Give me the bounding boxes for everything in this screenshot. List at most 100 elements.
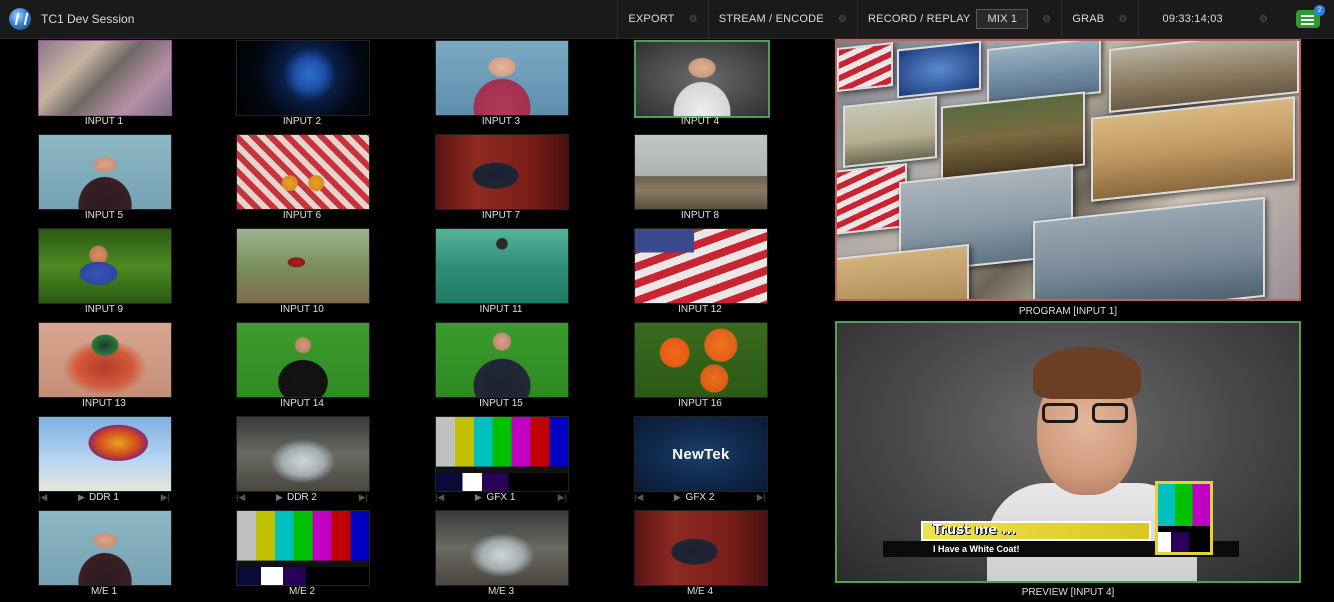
input-thumbnail[interactable] [236,322,370,398]
grab-label: GRAB [1072,13,1105,25]
input-cell-14[interactable]: INPUT 14 [198,320,396,414]
me-1-cell[interactable]: M/E 1 [0,508,198,602]
input-cell-12[interactable]: INPUT 12 [596,226,794,320]
input-thumbnail[interactable] [435,228,569,304]
input-cell-6[interactable]: INPUT 6 [198,132,396,226]
newtek-logo: NewTek [672,445,730,463]
timecode-settings-icon[interactable]: ⚙ [1259,14,1268,25]
input-label: INPUT 3 [481,116,521,127]
me-thumbnail[interactable] [38,510,172,586]
notifications-icon[interactable]: 2 [1296,5,1325,28]
input-cell-11[interactable]: INPUT 11 [397,226,595,320]
input-label: INPUT 5 [84,210,124,221]
input-thumbnail[interactable] [38,228,172,304]
color-bars-overlay [1155,481,1213,555]
media-thumbnail[interactable]: NewTek [634,416,768,492]
lower-third-headline: Trust me ... [921,521,1151,541]
input-cell-8[interactable]: INPUT 8 [596,132,794,226]
input-cell-9[interactable]: INPUT 9 [0,226,198,320]
input-thumbnail[interactable] [435,322,569,398]
media-label: GFX 1 [486,492,516,503]
me-2-cell[interactable]: M/E 2 [198,508,396,602]
preview-label: PREVIEW [INPUT 4] [1021,587,1115,598]
program-monitor[interactable] [835,39,1301,301]
input-label: INPUT 13 [82,398,126,409]
input-label: INPUT 1 [84,116,124,127]
input-thumbnail[interactable] [236,228,370,304]
program-tile [837,163,907,235]
input-cell-10[interactable]: INPUT 10 [198,226,396,320]
timecode: 09:33:14;03 [1162,13,1223,25]
record-replay-button[interactable]: RECORD / REPLAY MIX 1 ⚙ [857,0,1061,38]
stream-settings-icon[interactable]: ⚙ [838,14,847,25]
stream-encode-button[interactable]: STREAM / ENCODE ⚙ [707,0,857,38]
input-cell-3[interactable]: INPUT 3 [397,38,595,132]
me-4-cell[interactable]: M/E 4 [596,508,794,602]
input-thumbnail[interactable] [236,40,370,116]
preview-subject-hair [1033,347,1141,399]
program-tile [1091,96,1295,202]
input-cell-2[interactable]: INPUT 2 [198,38,396,132]
export-button[interactable]: EXPORT ⚙ [617,0,707,38]
me-label: M/E 3 [487,586,515,597]
me-thumbnail[interactable] [634,510,768,586]
input-thumbnail[interactable] [634,40,770,118]
input-cell-13[interactable]: INPUT 13 [0,320,198,414]
input-cell-4[interactable]: INPUT 4 [596,38,794,132]
record-settings-icon[interactable]: ⚙ [1042,14,1051,25]
input-thumbnail[interactable] [38,40,172,116]
input-cell-1[interactable]: INPUT 1 [0,38,198,132]
me-label: M/E 4 [686,586,714,597]
input-label: INPUT 16 [678,398,722,409]
input-cell-7[interactable]: INPUT 7 [397,132,595,226]
app-logo-icon[interactable] [9,8,31,30]
input-label: INPUT 14 [280,398,324,409]
input-label: INPUT 9 [84,304,124,315]
input-label: INPUT 2 [282,116,322,127]
media-label: GFX 2 [685,492,715,503]
grab-settings-icon[interactable]: ⚙ [1118,14,1127,25]
input-thumbnail[interactable] [38,134,172,210]
input-thumbnail[interactable] [634,322,768,398]
media-label: DDR 2 [286,492,317,503]
input-thumbnail[interactable] [435,134,569,210]
input-grid: INPUT 1 INPUT 2 INPUT 3 INPUT 4 INPUT 5 … [0,38,820,597]
toolbar: EXPORT ⚙ STREAM / ENCODE ⚙ RECORD / REPL… [617,0,1334,38]
me-3-cell[interactable]: M/E 3 [397,508,595,602]
gfx-2-cell[interactable]: NewTek |◀ ▶ ▶| GFX 2 [596,414,794,508]
media-thumbnail[interactable] [236,416,370,492]
ddr-1-cell[interactable]: |◀ ▶ ▶| DDR 1 [0,414,198,508]
input-label: INPUT 12 [678,304,722,315]
me-label: M/E 1 [90,586,118,597]
me-thumbnail[interactable] [435,510,569,586]
input-cell-5[interactable]: INPUT 5 [0,132,198,226]
input-thumbnail[interactable] [236,134,370,210]
program-tile [837,243,969,299]
input-label: INPUT 7 [481,210,521,221]
input-thumbnail[interactable] [435,40,569,116]
media-thumbnail[interactable] [435,416,569,492]
notification-badge: 2 [1314,5,1325,16]
preview-monitor[interactable]: Trust me ... I Have a White Coat! [835,321,1301,583]
grab-button[interactable]: GRAB ⚙ [1061,0,1137,38]
stream-encode-label: STREAM / ENCODE [718,13,824,25]
input-cell-16[interactable]: INPUT 16 [596,320,794,414]
program-tile [843,96,937,168]
export-settings-icon[interactable]: ⚙ [689,14,698,25]
program-label: PROGRAM [INPUT 1] [1018,306,1118,317]
me-thumbnail[interactable] [236,510,370,586]
input-label: INPUT 8 [680,210,720,221]
media-thumbnail[interactable] [38,416,172,492]
mix-selector[interactable]: MIX 1 [976,9,1029,29]
input-cell-15[interactable]: INPUT 15 [397,320,595,414]
export-label: EXPORT [628,13,675,25]
ddr-2-cell[interactable]: |◀ ▶ ▶| DDR 2 [198,414,396,508]
gfx-1-cell[interactable]: |◀ ▶ ▶| GFX 1 [397,414,595,508]
input-label: INPUT 4 [680,116,720,127]
input-thumbnail[interactable] [634,228,768,304]
input-thumbnail[interactable] [634,134,768,210]
input-thumbnail[interactable] [38,322,172,398]
record-replay-label: RECORD / REPLAY [868,13,971,25]
input-label: INPUT 11 [479,304,523,315]
top-bar: TC1 Dev Session EXPORT ⚙ STREAM / ENCODE… [0,0,1334,39]
